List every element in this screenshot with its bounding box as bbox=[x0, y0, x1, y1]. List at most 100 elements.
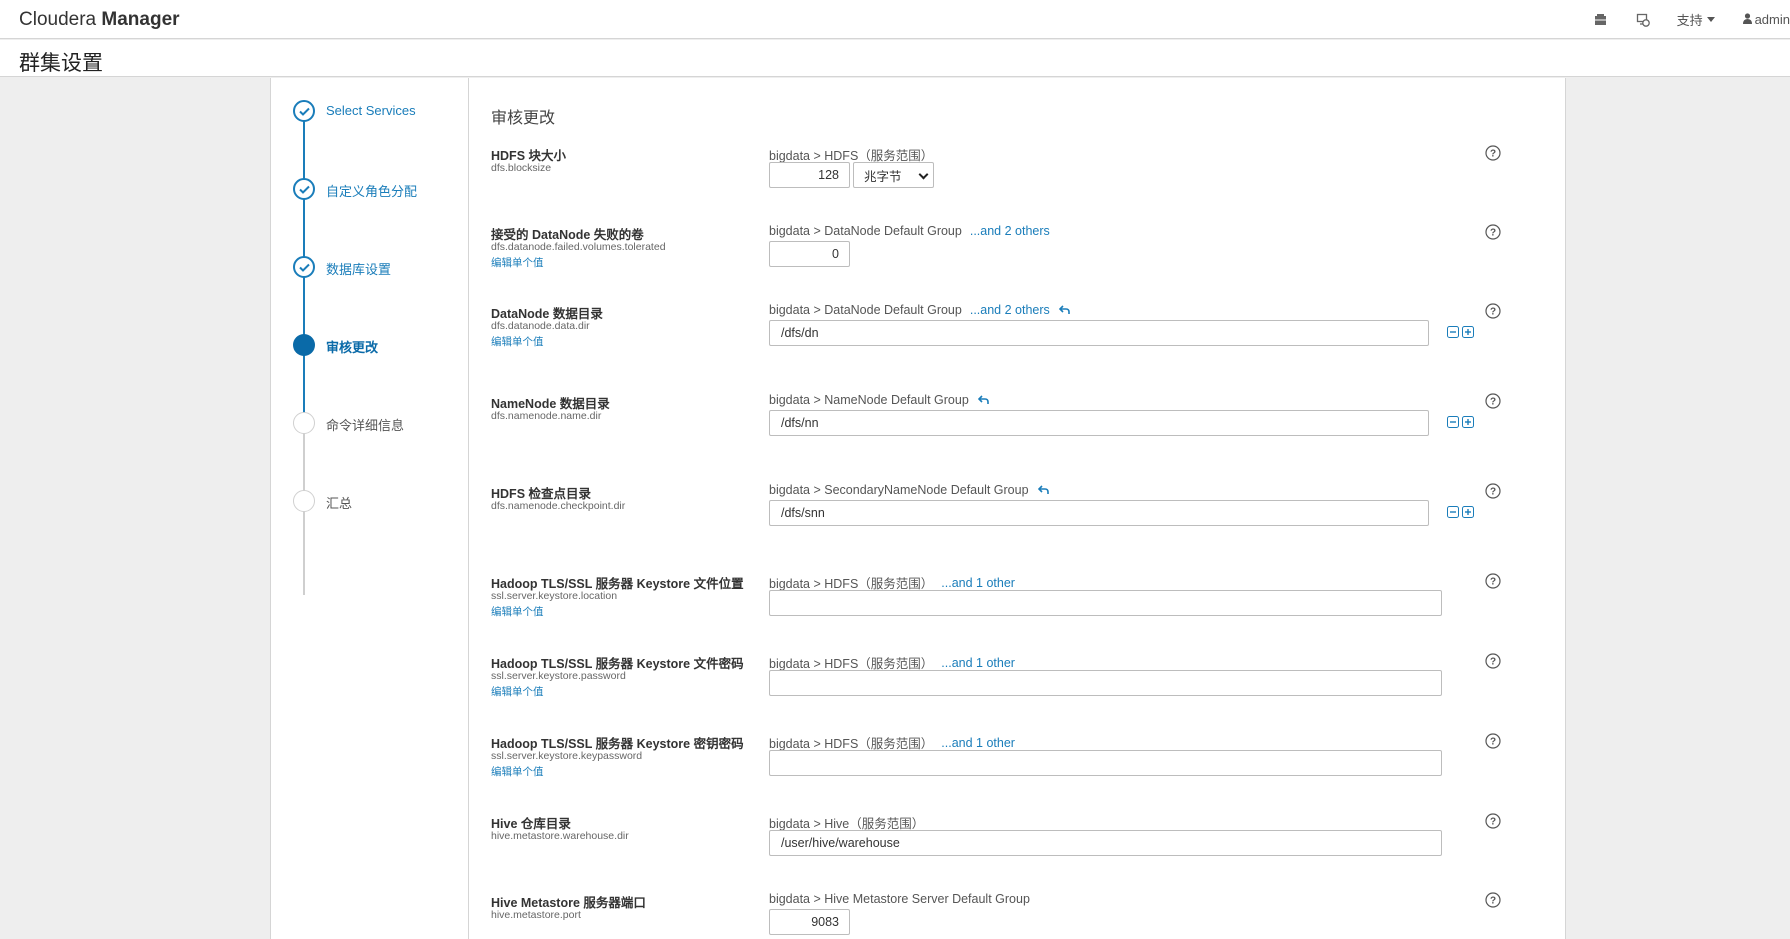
help-icon[interactable]: ? bbox=[1485, 573, 1501, 589]
param-scope-text: bigdata > SecondaryNameNode Default Grou… bbox=[769, 483, 1029, 497]
param-key: hive.metastore.port bbox=[491, 909, 581, 921]
remove-icon[interactable] bbox=[1447, 416, 1459, 428]
value-list-controls bbox=[1447, 416, 1474, 428]
param-key: dfs.namenode.name.dir bbox=[491, 410, 602, 422]
active-step-icon bbox=[293, 334, 315, 356]
namenode-data-dir-input[interactable] bbox=[769, 410, 1429, 436]
param-scope-text: bigdata > NameNode Default Group bbox=[769, 393, 969, 407]
edit-individual-values-link[interactable]: 编辑单个值 bbox=[491, 255, 544, 270]
others-link[interactable]: ...and 2 others bbox=[970, 224, 1050, 238]
wizard-step-label: 自定义角色分配 bbox=[326, 184, 418, 199]
wizard-step-role-assignment[interactable]: 自定义角色分配 bbox=[293, 178, 417, 200]
help-icon[interactable]: ? bbox=[1485, 145, 1501, 161]
others-link[interactable]: ...and 1 other bbox=[941, 736, 1015, 750]
param-key: ssl.server.keystore.password bbox=[491, 670, 626, 682]
svg-text:?: ? bbox=[1490, 817, 1496, 828]
add-icon[interactable] bbox=[1462, 506, 1474, 518]
pending-step-icon bbox=[293, 490, 315, 512]
add-icon[interactable] bbox=[1462, 416, 1474, 428]
svg-text:?: ? bbox=[1490, 896, 1496, 907]
param-key: dfs.datanode.data.dir bbox=[491, 320, 590, 332]
metastore-port-input[interactable] bbox=[769, 909, 850, 935]
parcel-icon[interactable] bbox=[1593, 12, 1609, 28]
brand-text: Cloudera bbox=[19, 9, 102, 30]
chevron-down-icon bbox=[1706, 17, 1715, 22]
blocksize-input[interactable] bbox=[769, 162, 850, 188]
undo-icon[interactable] bbox=[1058, 305, 1071, 315]
add-icon[interactable] bbox=[1462, 326, 1474, 338]
wizard-step-review-changes[interactable]: 审核更改 bbox=[293, 334, 378, 356]
support-menu[interactable]: 支持 bbox=[1677, 10, 1715, 29]
help-icon[interactable]: ? bbox=[1485, 892, 1501, 908]
check-icon bbox=[293, 100, 315, 122]
failed-volumes-input[interactable] bbox=[769, 241, 850, 267]
chevron-down-icon bbox=[918, 169, 929, 180]
param-scope: bigdata > DataNode Default Group ...and 2… bbox=[769, 303, 1071, 317]
svg-text:?: ? bbox=[1490, 487, 1496, 498]
top-navbar: Cloudera Manager 支持 admin bbox=[0, 0, 1790, 39]
wizard-step-select-services[interactable]: Select Services bbox=[293, 100, 416, 122]
wizard-step-summary: 汇总 bbox=[293, 490, 352, 512]
brand-bold-text: Manager bbox=[101, 9, 180, 30]
section-title: 审核更改 bbox=[491, 110, 556, 127]
param-scope: bigdata > Hive Metastore Server Default … bbox=[769, 892, 1030, 906]
user-menu[interactable]: admin bbox=[1742, 12, 1790, 27]
help-icon[interactable]: ? bbox=[1485, 733, 1501, 749]
remove-icon[interactable] bbox=[1447, 326, 1459, 338]
edit-individual-values-link[interactable]: 编辑单个值 bbox=[491, 684, 544, 699]
keystore-password-input[interactable] bbox=[769, 670, 1442, 696]
edit-individual-values-link[interactable]: 编辑单个值 bbox=[491, 334, 544, 349]
wizard-step-command-details: 命令详细信息 bbox=[293, 412, 404, 434]
help-icon[interactable]: ? bbox=[1485, 813, 1501, 829]
check-icon bbox=[293, 256, 315, 278]
undo-icon[interactable] bbox=[1037, 485, 1050, 495]
help-icon[interactable]: ? bbox=[1485, 653, 1501, 669]
svg-text:?: ? bbox=[1490, 149, 1496, 160]
svg-text:?: ? bbox=[1490, 577, 1496, 588]
svg-text:?: ? bbox=[1490, 307, 1496, 318]
keystore-keypassword-input[interactable] bbox=[769, 750, 1442, 776]
param-key: dfs.blocksize bbox=[491, 162, 552, 174]
param-scope-text: bigdata > DataNode Default Group bbox=[769, 303, 962, 317]
wizard-step-label: 命令详细信息 bbox=[326, 418, 405, 433]
others-link[interactable]: ...and 1 other bbox=[941, 656, 1015, 670]
brand-logo[interactable]: Cloudera Manager bbox=[19, 9, 180, 31]
param-key: dfs.datanode.failed.volumes.tolerated bbox=[491, 241, 666, 253]
param-scope-text: bigdata > DataNode Default Group bbox=[769, 224, 962, 238]
pending-step-icon bbox=[293, 412, 315, 434]
help-icon[interactable]: ? bbox=[1485, 303, 1501, 319]
help-icon[interactable]: ? bbox=[1485, 393, 1501, 409]
wizard-steps: Select Services 自定义角色分配 数据库设置 审核更改 命令详细信… bbox=[271, 78, 469, 939]
param-key: dfs.namenode.checkpoint.dir bbox=[491, 500, 626, 512]
edit-individual-values-link[interactable]: 编辑单个值 bbox=[491, 604, 544, 619]
others-link[interactable]: ...and 1 other bbox=[941, 576, 1015, 590]
edit-individual-values-link[interactable]: 编辑单个值 bbox=[491, 764, 544, 779]
remove-icon[interactable] bbox=[1447, 506, 1459, 518]
param-key: hive.metastore.warehouse.dir bbox=[491, 830, 629, 842]
svg-text:?: ? bbox=[1490, 737, 1496, 748]
datanode-data-dir-input[interactable] bbox=[769, 320, 1429, 346]
help-icon[interactable]: ? bbox=[1485, 483, 1501, 499]
others-link[interactable]: ...and 2 others bbox=[970, 303, 1050, 317]
param-key: ssl.server.keystore.location bbox=[491, 590, 618, 602]
param-scope: bigdata > SecondaryNameNode Default Grou… bbox=[769, 483, 1050, 497]
wizard-step-label: 审核更改 bbox=[326, 340, 379, 355]
check-icon bbox=[293, 178, 315, 200]
undo-icon[interactable] bbox=[977, 395, 990, 405]
value-list-controls bbox=[1447, 506, 1474, 518]
keystore-location-input[interactable] bbox=[769, 590, 1442, 616]
support-label: 支持 bbox=[1676, 13, 1703, 28]
value-list-controls bbox=[1447, 326, 1474, 338]
param-scope: bigdata > NameNode Default Group bbox=[769, 393, 990, 407]
checkpoint-dir-input[interactable] bbox=[769, 500, 1429, 526]
svg-text:?: ? bbox=[1490, 397, 1496, 408]
unit-select[interactable]: 兆字节 bbox=[853, 162, 934, 188]
unit-select-value: 兆字节 bbox=[864, 169, 902, 184]
running-commands-icon[interactable] bbox=[1635, 12, 1651, 28]
wizard-step-label: 汇总 bbox=[326, 496, 353, 511]
svg-text:?: ? bbox=[1490, 657, 1496, 668]
help-icon[interactable]: ? bbox=[1485, 224, 1501, 240]
wizard-panel: Select Services 自定义角色分配 数据库设置 审核更改 命令详细信… bbox=[270, 78, 1566, 939]
hive-warehouse-dir-input[interactable] bbox=[769, 830, 1442, 856]
wizard-step-database-setup[interactable]: 数据库设置 bbox=[293, 256, 391, 278]
